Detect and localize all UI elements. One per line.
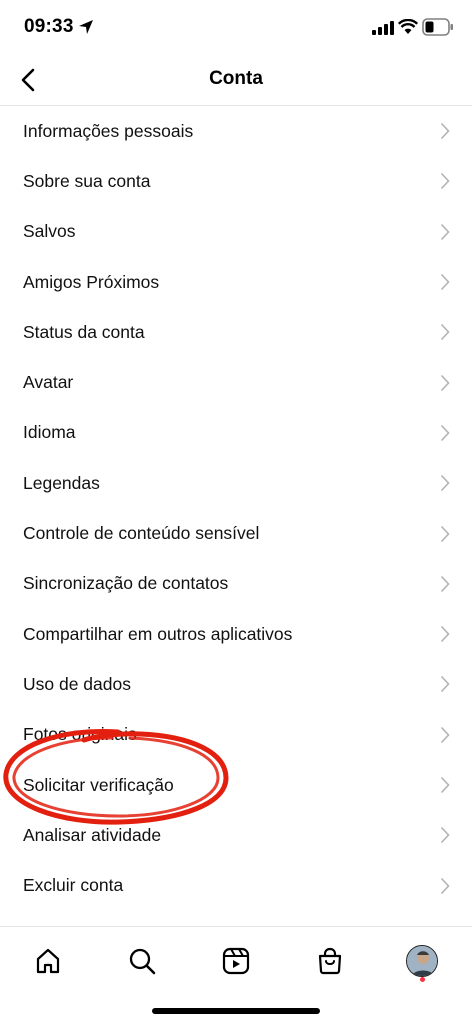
list-item-label: Solicitar verificação	[23, 774, 174, 795]
chevron-right-icon	[440, 475, 450, 492]
chevron-right-icon	[440, 676, 450, 693]
chevron-right-icon	[440, 877, 450, 894]
list-item-solicitar-verificacao[interactable]: Solicitar verificação	[0, 760, 472, 810]
list-item-sobre-sua-conta[interactable]: Sobre sua conta	[0, 156, 472, 206]
avatar	[406, 945, 438, 977]
list-item-label: Informações pessoais	[23, 120, 194, 141]
list-item-label: Legendas	[23, 472, 100, 493]
chevron-right-icon	[440, 324, 450, 341]
chevron-right-icon	[440, 575, 450, 592]
cellular-signal-icon	[372, 21, 394, 35]
chevron-right-icon	[440, 726, 450, 743]
tab-home[interactable]	[26, 939, 70, 983]
tab-shop[interactable]	[308, 939, 352, 983]
list-item-avatar[interactable]: Avatar	[0, 357, 472, 407]
list-item-compartilhar-em-outros-aplicativos[interactable]: Compartilhar em outros aplicativos	[0, 609, 472, 659]
location-arrow-icon	[79, 20, 93, 34]
wifi-icon	[398, 19, 418, 34]
status-bar: 09:33	[0, 0, 472, 56]
home-icon	[36, 948, 60, 974]
reels-icon	[222, 947, 250, 975]
list-item-label: Compartilhar em outros aplicativos	[23, 623, 293, 644]
list-item-label: Avatar	[23, 372, 74, 393]
chevron-right-icon	[440, 223, 450, 240]
notification-dot	[420, 977, 425, 982]
list-item-label: Sincronização de contatos	[23, 573, 229, 594]
list-item-informacoes-pessoais[interactable]: Informações pessoais	[0, 106, 472, 156]
chevron-right-icon	[440, 525, 450, 542]
home-indicator	[152, 1008, 320, 1014]
tab-search[interactable]	[120, 939, 164, 983]
profile-photo	[407, 946, 437, 976]
nav-header: Conta	[0, 56, 472, 106]
shop-icon	[318, 947, 342, 975]
chevron-right-icon	[440, 776, 450, 794]
list-item-label: Idioma	[23, 422, 76, 443]
search-icon	[129, 948, 156, 975]
list-item-fotos-originais[interactable]: Fotos originais	[0, 710, 472, 760]
list-item-idioma[interactable]: Idioma	[0, 408, 472, 458]
list-item-legendas[interactable]: Legendas	[0, 458, 472, 508]
list-item-label: Sobre sua conta	[23, 170, 151, 191]
list-item-label: Status da conta	[23, 321, 145, 342]
list-item-uso-de-dados[interactable]: Uso de dados	[0, 659, 472, 709]
list-item-status-da-conta[interactable]: Status da conta	[0, 307, 472, 357]
chevron-right-icon	[440, 424, 450, 441]
list-item-controle-de-conteudo-sensivel[interactable]: Controle de conteúdo sensível	[0, 508, 472, 558]
list-item-label: Analisar atividade	[23, 824, 162, 845]
tab-reels[interactable]	[214, 939, 258, 983]
page-title: Conta	[209, 68, 263, 89]
list-item-label: Fotos originais	[23, 724, 137, 745]
chevron-right-icon	[440, 173, 450, 190]
chevron-right-icon	[440, 827, 450, 844]
list-item-sincronizacao-de-contatos[interactable]: Sincronização de contatos	[0, 559, 472, 609]
chevron-right-icon	[440, 374, 450, 391]
list-item-label: Uso de dados	[23, 673, 131, 694]
list-item-label: Amigos Próximos	[23, 271, 160, 292]
status-time: 09:33	[24, 16, 74, 37]
chevron-right-icon	[440, 273, 450, 291]
list-item-label: Salvos	[23, 221, 76, 242]
list-item-amigos-proximos[interactable]: Amigos Próximos	[0, 257, 472, 307]
list-item-analisar-atividade[interactable]: Analisar atividade	[0, 810, 472, 860]
list-item-excluir-conta[interactable]: Excluir conta	[0, 860, 472, 910]
chevron-right-icon	[440, 626, 450, 643]
settings-list: Informações pessoais Sobre sua conta Sal…	[0, 106, 472, 926]
list-item-label: Controle de conteúdo sensível	[23, 523, 260, 544]
battery-icon	[422, 18, 453, 36]
chevron-right-icon	[440, 123, 450, 140]
list-item-label: Excluir conta	[23, 875, 124, 896]
list-item-salvos[interactable]: Salvos	[0, 207, 472, 257]
